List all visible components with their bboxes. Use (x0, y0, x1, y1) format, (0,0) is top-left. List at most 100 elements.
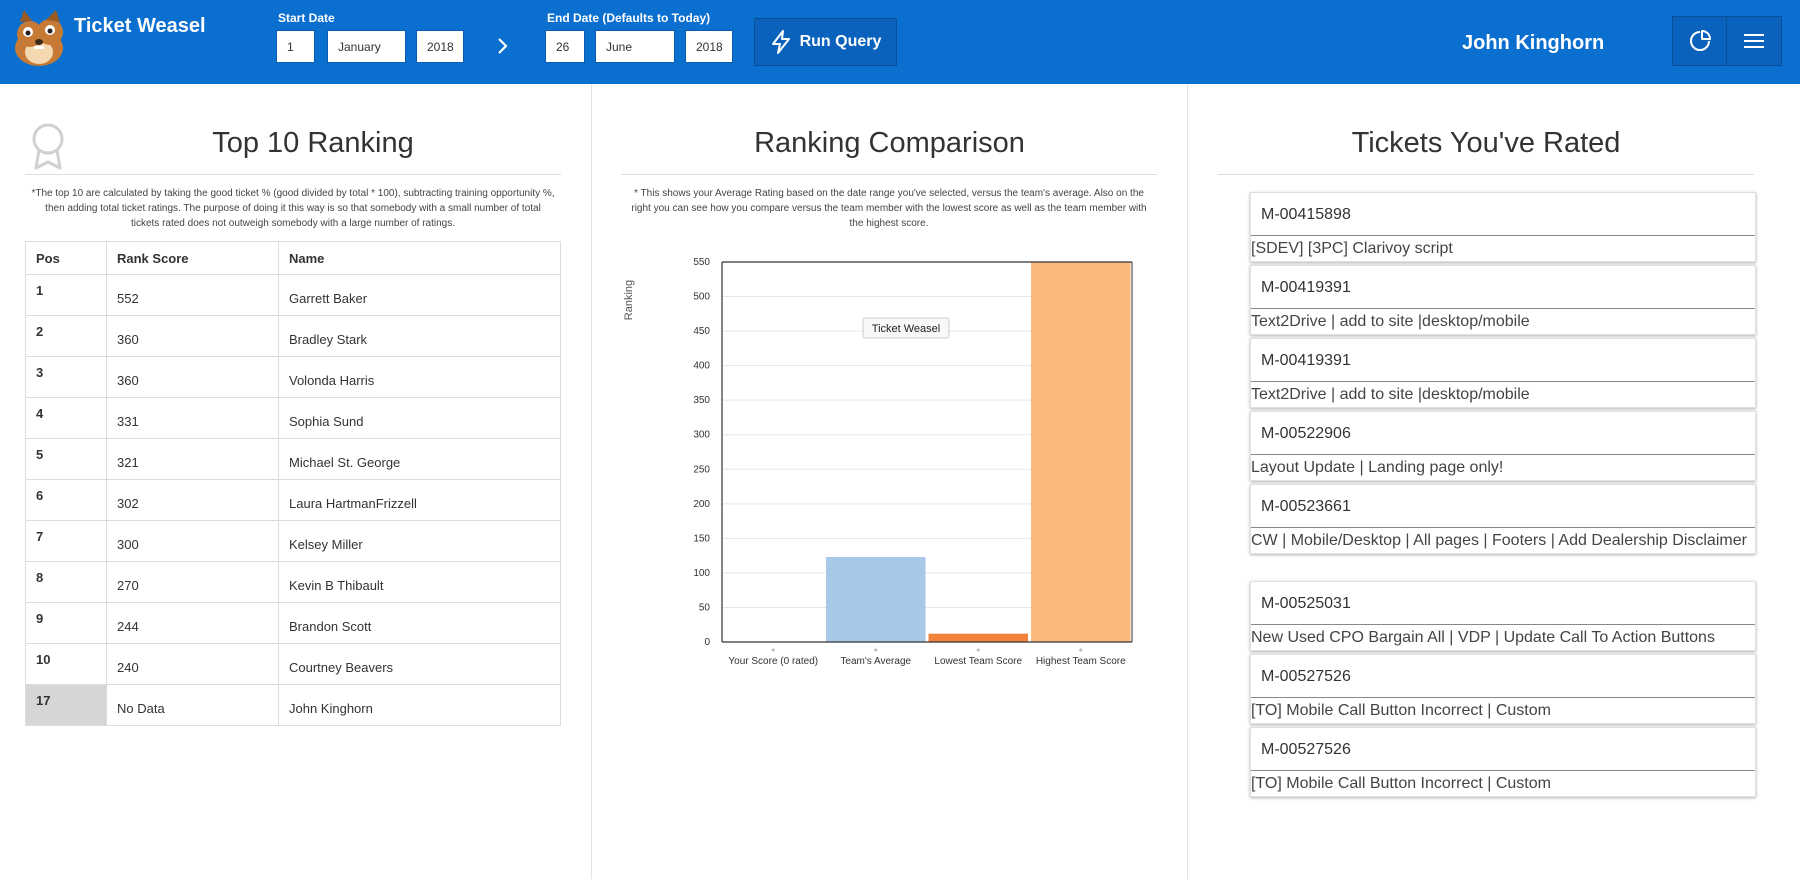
top10-title: Top 10 Ranking (212, 127, 414, 159)
table-row: 8 270 Kevin B Thibault (25, 561, 561, 603)
rank-score: 321 (106, 438, 279, 480)
y-tick-label: 150 (693, 533, 710, 544)
rank-score: 300 (106, 520, 279, 562)
y-tick-label: 250 (693, 464, 710, 475)
column-divider (591, 84, 592, 879)
ticket-description: New Used CPO Bargain All | VDP | Update … (1251, 629, 1715, 646)
ticket-card[interactable]: M-00527526 [TO] Mobile Call Button Incor… (1250, 727, 1756, 797)
ticket-id[interactable]: M-00525031 (1251, 582, 1755, 625)
divider (621, 174, 1157, 175)
app-title[interactable]: Ticket Weasel (74, 15, 206, 38)
start-day-field[interactable]: 1 (276, 30, 315, 63)
ticket-description: CW | Mobile/Desktop | All pages | Footer… (1251, 532, 1747, 549)
x-tick-dot (771, 648, 775, 652)
end-year-field[interactable]: 2018 (685, 30, 733, 63)
ranking-table: Pos Rank Score Name 1 552 Garrett Baker 23… (25, 241, 561, 726)
column-header-rank-score: Rank Score (106, 241, 279, 275)
y-tick-label: 350 (693, 395, 710, 406)
weasel-logo[interactable] (6, 8, 72, 70)
rank-pos: 4 (25, 397, 107, 439)
y-tick-label: 200 (693, 499, 710, 510)
rank-pos: 17 (25, 684, 107, 726)
ticket-description: [TO] Mobile Call Button Incorrect | Cust… (1251, 775, 1551, 792)
x-tick-dot (1079, 648, 1083, 652)
ticket-card[interactable]: M-00419391 Text2Drive | add to site |des… (1250, 338, 1756, 408)
hamburger-menu-icon (1744, 34, 1764, 48)
ticket-id[interactable]: M-00527526 (1251, 728, 1755, 771)
y-tick-label: 400 (693, 361, 710, 372)
start-year-field[interactable]: 2018 (416, 30, 464, 63)
rank-score: 360 (106, 315, 279, 357)
chart-watermark: Ticket Weasel (872, 323, 940, 335)
rank-name: Brandon Scott (278, 602, 561, 644)
chart-bar (1031, 262, 1131, 642)
end-month-field[interactable]: June (595, 30, 675, 63)
rank-score: No Data (106, 684, 279, 726)
ticket-card[interactable]: M-00527526 [TO] Mobile Call Button Incor… (1250, 654, 1756, 724)
rank-pos: 1 (25, 274, 107, 316)
tickets-title: Tickets You've Rated (1351, 127, 1621, 159)
y-tick-label: 100 (693, 568, 710, 579)
x-tick-label: Team's Average (840, 656, 911, 667)
table-header-row: Pos Rank Score Name (25, 241, 561, 275)
chart-view-button[interactable] (1672, 16, 1728, 66)
ticket-id[interactable]: M-00522906 (1251, 412, 1755, 455)
ticket-id[interactable]: M-00527526 (1251, 655, 1755, 698)
pie-chart-icon (1690, 30, 1711, 51)
table-row: 10 240 Courtney Beavers (25, 643, 561, 685)
ticket-card[interactable]: M-00522906 Layout Update | Landing page … (1250, 411, 1756, 481)
table-row: 1 552 Garrett Baker (25, 274, 561, 316)
start-month-field[interactable]: January (327, 30, 406, 63)
run-query-button[interactable]: Run Query (754, 18, 897, 66)
rank-name: Volonda Harris (278, 356, 561, 398)
chevron-right-icon (498, 38, 508, 54)
ticket-card[interactable]: M-00525031 New Used CPO Bargain All | VD… (1250, 581, 1756, 651)
table-row: 7 300 Kelsey Miller (25, 520, 561, 562)
table-row: 3 360 Volonda Harris (25, 356, 561, 398)
ticket-id[interactable]: M-00523661 (1251, 485, 1755, 528)
rank-score: 240 (106, 643, 279, 685)
rank-pos: 7 (25, 520, 107, 562)
rank-name: Courtney Beavers (278, 643, 561, 685)
ticket-card[interactable]: M-00523661 CW | Mobile/Desktop | All pag… (1250, 484, 1756, 554)
ticket-id[interactable]: M-00419391 (1251, 266, 1755, 309)
y-axis-label: Ranking (623, 280, 635, 320)
rank-score: 270 (106, 561, 279, 603)
rank-pos: 5 (25, 438, 107, 480)
rank-pos: 10 (25, 643, 107, 685)
x-tick-dot (874, 648, 878, 652)
rank-pos: 9 (25, 602, 107, 644)
ticket-id[interactable]: M-00415898 (1251, 193, 1755, 236)
rank-name: Bradley Stark (278, 315, 561, 357)
y-tick-label: 0 (704, 637, 710, 648)
table-row: 9 244 Brandon Scott (25, 602, 561, 644)
rank-name: Sophia Sund (278, 397, 561, 439)
ticket-id[interactable]: M-00419391 (1251, 339, 1755, 382)
rank-name: Kelsey Miller (278, 520, 561, 562)
rank-name: Laura HartmanFrizzell (278, 479, 561, 521)
rank-pos: 2 (25, 315, 107, 357)
comparison-title: Ranking Comparison (754, 127, 1025, 159)
top10-note: *The top 10 are calculated by taking the… (31, 188, 555, 229)
user-name[interactable]: John Kinghorn (1462, 32, 1604, 55)
ticket-card[interactable]: M-00419391 Text2Drive | add to site |des… (1250, 265, 1756, 335)
run-query-label: Run Query (799, 33, 882, 50)
comparison-note: * This shows your Average Rating based o… (631, 188, 1147, 229)
lightning-bolt-icon (771, 30, 790, 54)
ticket-description: Text2Drive | add to site |desktop/mobile (1251, 386, 1530, 403)
ticket-card[interactable]: M-00415898 [SDEV] [3PC] Clarivoy script (1250, 192, 1756, 262)
x-tick-label: Lowest Team Score (934, 656, 1022, 667)
end-day-field[interactable]: 26 (545, 30, 585, 63)
menu-button[interactable] (1726, 16, 1782, 66)
table-row: 2 360 Bradley Stark (25, 315, 561, 357)
x-tick-dot (976, 648, 980, 652)
rank-score: 302 (106, 479, 279, 521)
rank-pos: 3 (25, 356, 107, 398)
divider (1218, 174, 1754, 175)
ranking-comparison-chart: 0 50 100 150 200 250 300 350 400 450 500 550 Your Sc… (623, 257, 1133, 667)
ticket-description: [TO] Mobile Call Button Incorrect | Cust… (1251, 702, 1551, 719)
rank-score: 331 (106, 397, 279, 439)
x-tick-label: Your Score (0 rated) (728, 656, 818, 667)
table-row: 4 331 Sophia Sund (25, 397, 561, 439)
table-row: 5 321 Michael St. George (25, 438, 561, 480)
